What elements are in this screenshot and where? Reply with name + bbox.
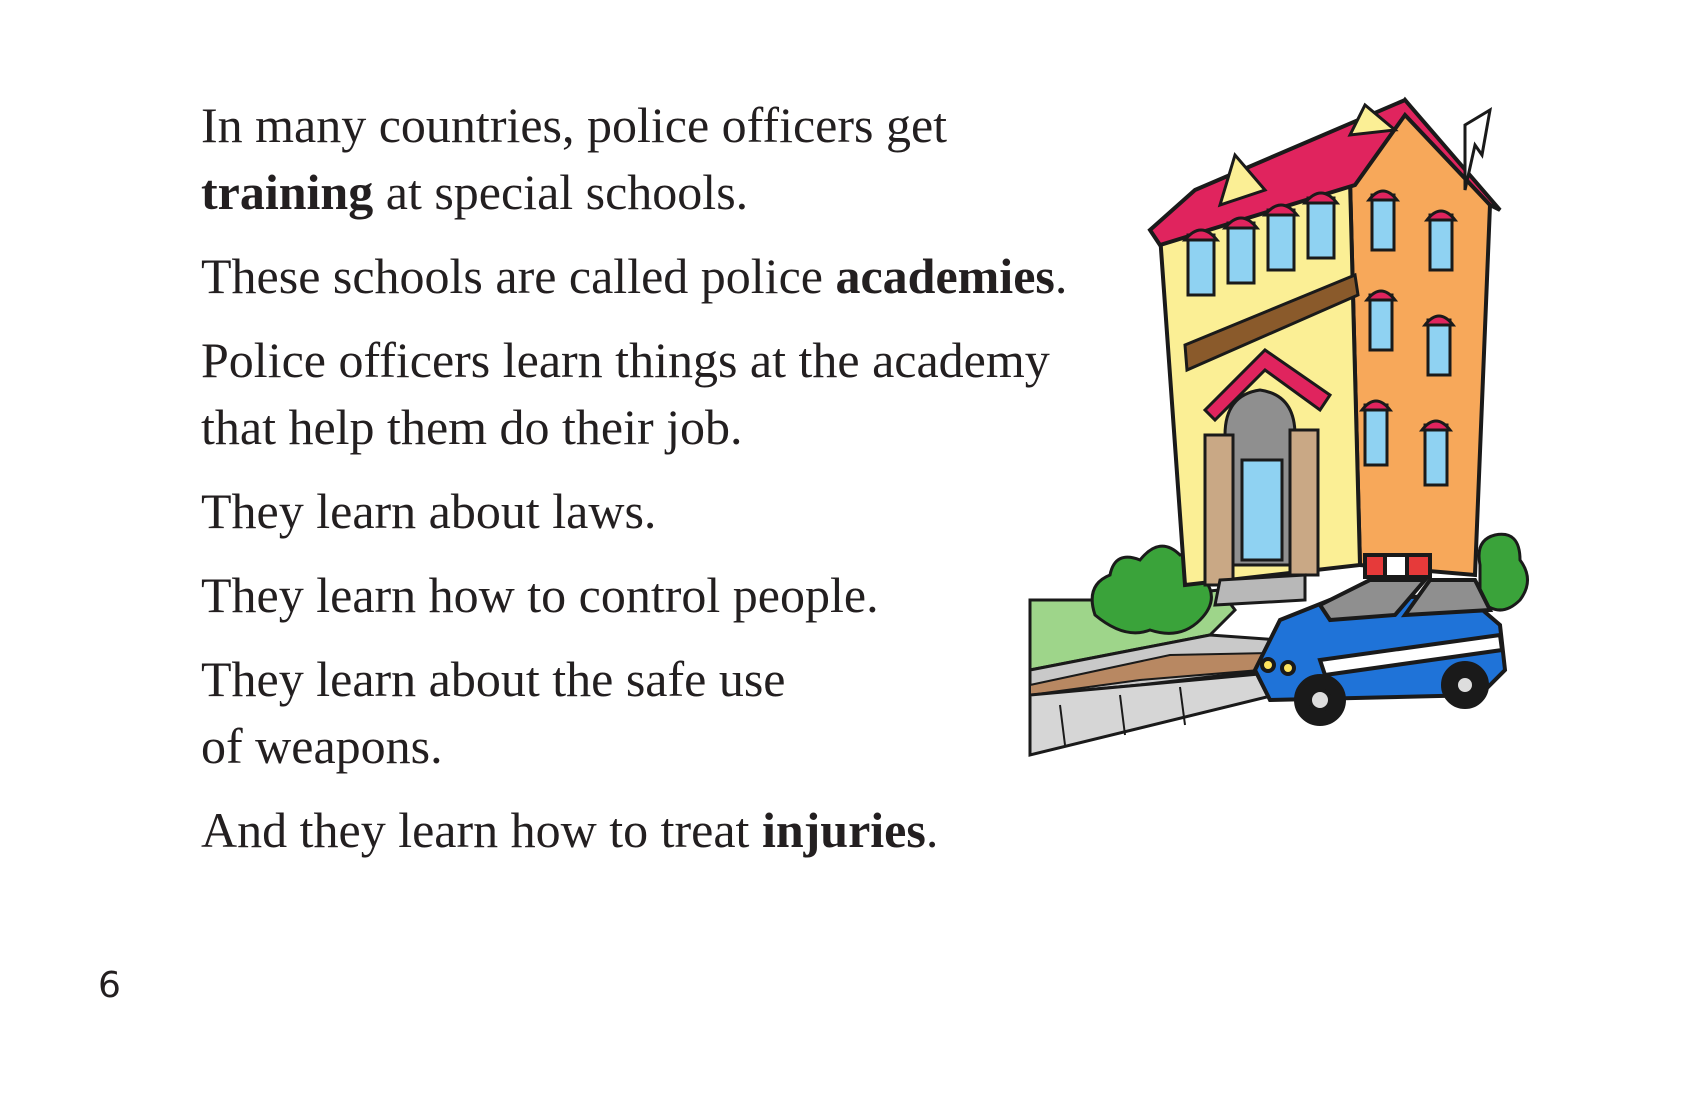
paragraph-6-line-1: They learn about the safe use	[201, 651, 786, 707]
paragraph-4-text: They learn about laws.	[201, 483, 657, 539]
paragraph-3-line-2: that help them do their job.	[201, 399, 743, 455]
police-academy-illustration	[1028, 96, 1529, 757]
paragraph-7-before: And they learn how to treat	[201, 802, 762, 858]
glossary-word-training: training	[201, 164, 374, 220]
glossary-word-injuries: injuries	[761, 802, 926, 858]
paragraph-7: And they learn how to treat injuries.	[201, 797, 1181, 864]
paragraph-6-line-2: of weapons.	[201, 718, 443, 774]
front-steps	[1213, 573, 1307, 607]
lightning-sign	[1463, 107, 1493, 191]
column-right	[1288, 428, 1320, 577]
book-page: In many countries, police officers get t…	[0, 0, 1700, 1100]
paragraph-5-text: They learn how to control people.	[201, 567, 879, 623]
column-left	[1203, 433, 1235, 587]
paragraph-7-after: .	[925, 802, 939, 858]
paragraph-3-line-1: Police officers learn things at the acad…	[201, 332, 1050, 388]
page-number: 6	[98, 965, 121, 1006]
paragraph-1-line-1: In many countries, police officers get	[201, 97, 948, 153]
paragraph-2-before: These schools are called police	[201, 248, 836, 304]
front-door	[1240, 458, 1284, 562]
car-headlight	[1260, 657, 1276, 673]
paragraph-1-rest: at special schools.	[373, 164, 749, 220]
